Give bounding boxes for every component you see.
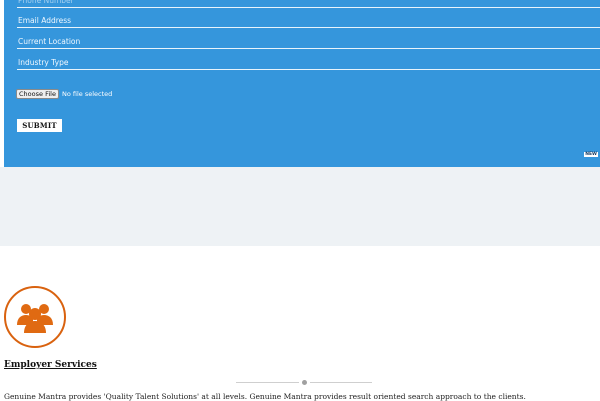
users-group-icon (4, 286, 66, 348)
new-badge: NEW (584, 152, 598, 157)
current-location-field[interactable] (17, 33, 600, 49)
choose-file-button[interactable]: Choose File (16, 89, 59, 99)
file-upload-row: Choose File No file selected (16, 89, 112, 99)
employer-services-link[interactable]: Employer Services (4, 360, 97, 370)
section-spacer-band (0, 167, 600, 246)
divider-line-left (236, 382, 299, 383)
file-status-text: No file selected (61, 90, 113, 98)
email-address-input[interactable] (17, 13, 600, 27)
email-address-field[interactable] (17, 12, 600, 28)
divider-line-right (310, 382, 372, 383)
application-form-panel: Choose File No file selected SUBMIT NEW (4, 0, 600, 167)
submit-button[interactable]: SUBMIT (17, 119, 62, 132)
phone-number-input[interactable] (17, 0, 600, 7)
divider-dot (302, 380, 307, 385)
industry-type-field[interactable] (17, 54, 600, 70)
phone-number-field[interactable] (17, 0, 600, 8)
users-group-icon-graphic (17, 304, 53, 333)
current-location-input[interactable] (17, 34, 600, 48)
industry-type-input[interactable] (17, 55, 600, 69)
section-divider (236, 380, 372, 385)
